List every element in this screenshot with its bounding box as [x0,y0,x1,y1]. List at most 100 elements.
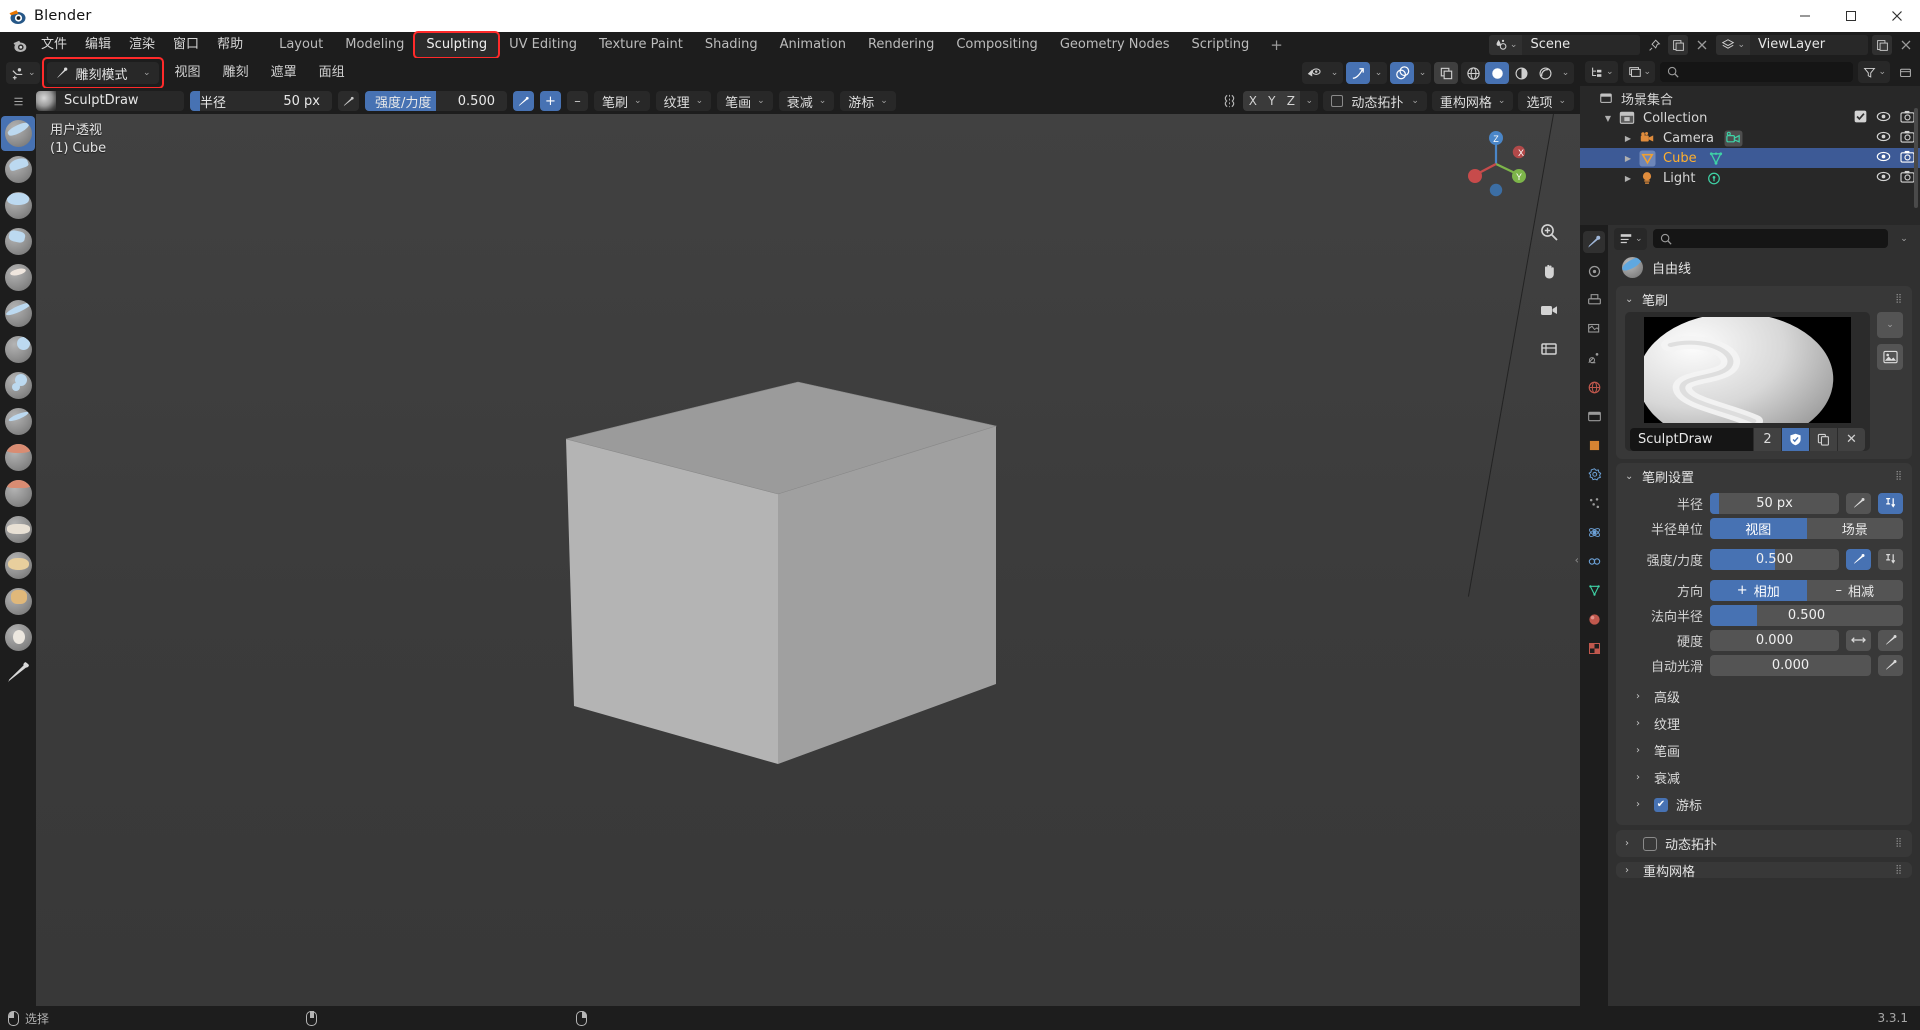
outliner-row-camera[interactable]: ▶ Camera [1580,128,1920,148]
show-gizmo-icon[interactable] [1346,62,1370,84]
properties-tab-texture[interactable] [1583,637,1605,659]
cube-expand-icon[interactable]: ▶ [1620,154,1636,163]
view-layer-icon[interactable]: ⌄ [1716,35,1750,55]
autosmooth-field[interactable]: 0.000 [1710,654,1871,676]
outliner-scrollbar[interactable] [1914,108,1918,208]
cube-object[interactable] [556,364,1016,784]
properties-tab-data[interactable] [1583,579,1605,601]
radius-unit-view-option[interactable]: 视图 [1710,517,1807,539]
tab-texture-paint[interactable]: Texture Paint [588,33,694,57]
outliner-display-mode[interactable]: ⌄ [1622,61,1656,83]
cube-hide-eye-icon[interactable] [1876,150,1891,167]
pin-scene-icon[interactable] [1644,35,1664,55]
tab-uv-editing[interactable]: UV Editing [498,33,588,57]
subsection-stroke[interactable]: › 笔画 [1636,738,1903,763]
window-minimize-button[interactable] [1782,0,1828,32]
viewport-menu-view[interactable]: 视图 [166,62,210,84]
tab-scripting[interactable]: Scripting [1180,33,1260,57]
radius-slider[interactable]: 半径 50 px [190,91,332,111]
menu-render[interactable]: 渲染 [120,32,164,58]
subsection-texture[interactable]: › 纹理 [1636,711,1903,736]
blender-menu-icon[interactable] [6,37,32,54]
rendered-shading-icon[interactable] [1533,62,1557,84]
properties-tab-world[interactable] [1583,376,1605,398]
direction-subtract-button[interactable]: – [567,91,588,111]
tool-clay-strips[interactable] [1,224,35,259]
add-workspace-button[interactable]: + [1260,33,1293,57]
properties-tab-modifiers[interactable] [1583,463,1605,485]
brush-panel-grip-icon[interactable]: ⣿ [1895,294,1903,303]
stroke-chevron-icon[interactable]: › [1636,745,1646,756]
falloff-dropdown[interactable]: 衰减 ⌄ [778,91,835,111]
section-remesh[interactable]: › 重构网格 ⣿ [1616,862,1912,878]
brush-name-label[interactable]: SculptDraw [56,91,184,111]
properties-tab-scene[interactable] [1583,347,1605,369]
outliner-tree[interactable]: 场景集合 ▼ Collection ▶ Camera ▶ Cube ▶ Ligh… [1580,86,1920,225]
remesh-section-grip-icon[interactable]: ⣿ [1895,865,1903,874]
brush-dropdown[interactable]: 笔刷 ⌄ [594,91,650,111]
delete-scene-button[interactable] [1692,35,1712,55]
brush-fake-user-shield-icon[interactable] [1782,428,1809,451]
strength-row-field[interactable]: 0.500 [1710,548,1839,570]
tool-grab[interactable] [1,656,35,691]
remesh-dropdown[interactable]: 重构网格 ⌄ [1431,91,1514,111]
symmetry-axis-y[interactable]: Y [1262,91,1282,111]
cursor-chevron-icon[interactable]: › [1636,799,1646,810]
texture-dropdown[interactable]: 纹理 ⌄ [655,91,712,111]
texture-chevron-icon[interactable]: › [1636,718,1646,729]
radius-unit-scene-option[interactable]: 场景 [1806,517,1903,539]
solid-shading-icon[interactable] [1485,62,1509,84]
tool-layer[interactable] [1,296,35,331]
visibility-caret-icon[interactable]: ⌄ [1326,62,1343,84]
tool-settings-toggle-icon[interactable] [6,95,30,108]
dyntopo-section-grip-icon[interactable]: ⣿ [1895,839,1903,848]
tool-crease[interactable] [1,404,35,439]
overlay-caret-icon[interactable]: ⌄ [1414,62,1431,84]
symmetry-axis-z[interactable]: Z [1281,91,1301,111]
outliner-new-collection-icon[interactable] [1895,62,1915,82]
radius-unified-icon[interactable] [1878,492,1903,514]
brush-panel-header[interactable]: ⌄ 笔刷 ⣿ [1616,286,1912,312]
cube-disable-render-icon[interactable] [1900,150,1915,167]
strength-unified-icon[interactable] [1878,548,1903,570]
zoom-icon[interactable] [1536,219,1562,245]
sidebar-expand-arrow-icon[interactable]: ‹ [1575,554,1579,567]
properties-search-input[interactable] [1652,229,1888,248]
properties-tab-material[interactable] [1583,608,1605,630]
mesh-data-icon[interactable] [1707,150,1725,167]
gizmo-caret-icon[interactable]: ⌄ [1370,62,1387,84]
hardness-field[interactable]: 0.000 [1710,629,1839,651]
tool-draw[interactable] [1,116,35,151]
tab-compositing[interactable]: Compositing [945,33,1049,57]
subsection-falloff[interactable]: › 衰减 [1636,765,1903,790]
brush-datablock-name[interactable]: SculptDraw [1630,428,1753,451]
menu-edit[interactable]: 编辑 [76,32,120,58]
collection-hide-eye-icon[interactable] [1876,110,1891,127]
falloff-chevron-icon[interactable]: › [1636,772,1646,783]
outliner-editor-type-selector[interactable]: ⌄ [1585,61,1618,83]
brush-settings-grip-icon[interactable]: ⣿ [1895,471,1903,480]
advanced-chevron-icon[interactable]: › [1636,691,1646,702]
collection-checkbox[interactable] [1854,110,1867,127]
brush-duplicate-copy-icon[interactable] [1810,428,1837,451]
properties-editor-type-selector[interactable]: ⌄ [1614,227,1647,250]
brush-preview-image-icon[interactable] [1877,344,1903,370]
radius-row-field[interactable]: 50 px [1710,492,1839,514]
outliner-row-collection[interactable]: ▼ Collection [1580,108,1920,128]
tab-modeling[interactable]: Modeling [334,33,415,57]
shading-caret-icon[interactable]: ⌄ [1557,62,1574,84]
camera-data-icon[interactable] [1724,129,1743,147]
object-visibility-icon[interactable] [1302,62,1326,84]
window-close-button[interactable] [1874,0,1920,32]
view-layer-selector[interactable]: ⌄ ViewLayer [1716,35,1868,55]
outliner-search-input[interactable] [1660,62,1854,82]
tab-animation[interactable]: Animation [769,33,857,57]
strength-pressure-toggle[interactable] [513,91,534,111]
properties-tab-render[interactable] [1583,260,1605,282]
outliner-row-cube[interactable]: ▶ Cube [1580,148,1920,168]
properties-tab-constraints[interactable] [1583,550,1605,572]
outliner-row-light[interactable]: ▶ Light [1580,168,1920,188]
wireframe-shading-icon[interactable] [1461,62,1485,84]
normal-radius-field[interactable]: 0.500 [1710,604,1903,626]
brush-selector[interactable]: SculptDraw [36,91,184,111]
